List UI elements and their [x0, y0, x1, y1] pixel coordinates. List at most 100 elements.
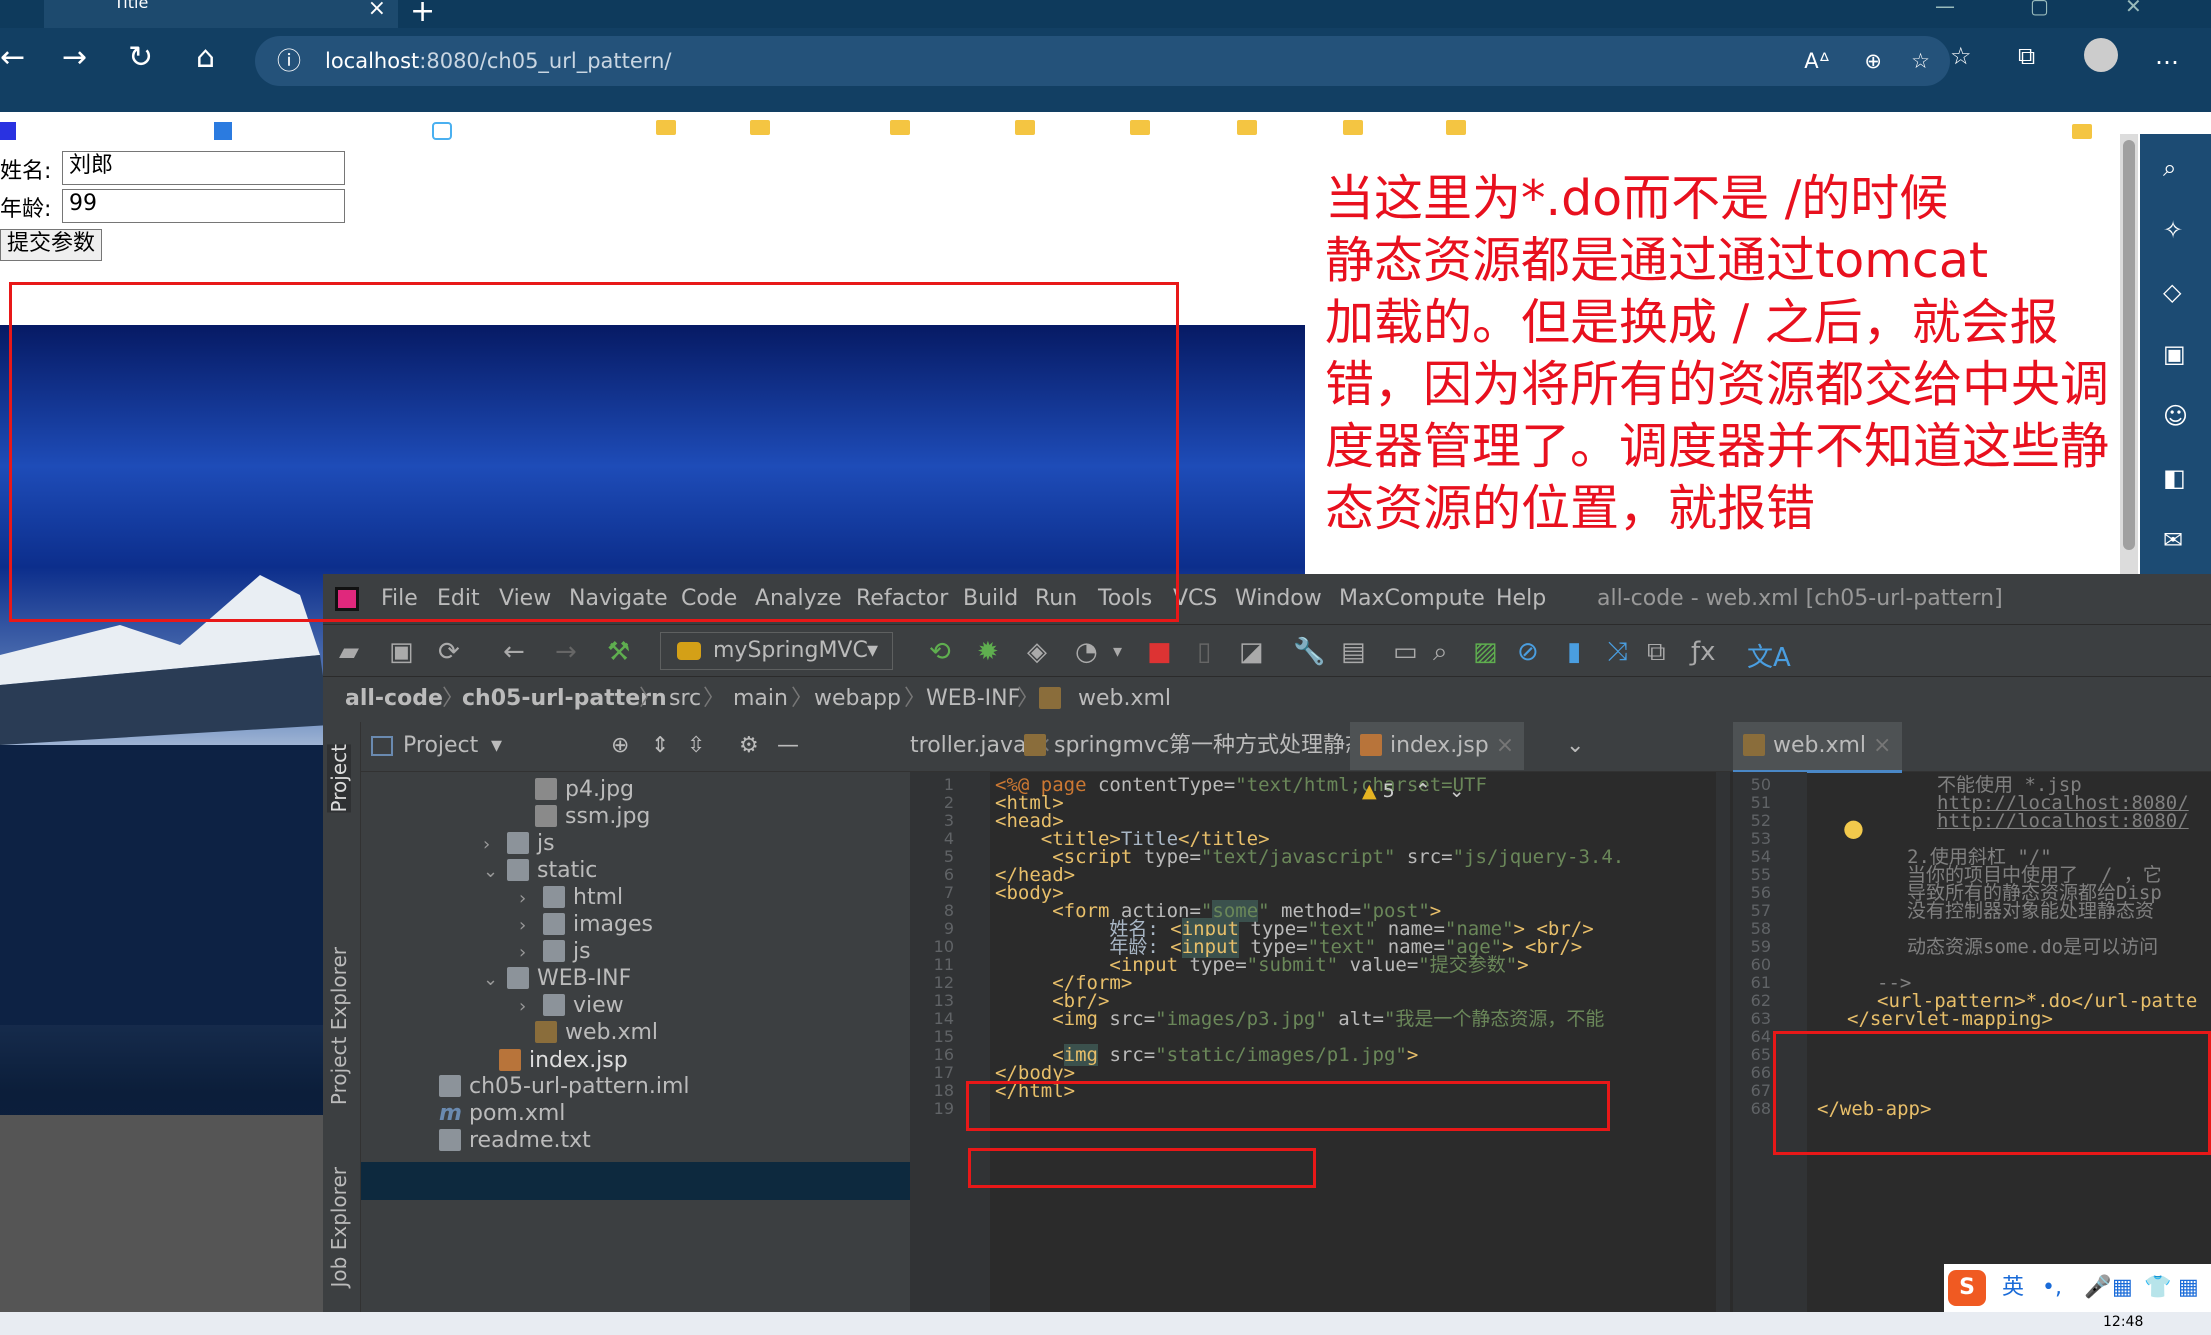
briefcase-icon[interactable]: ▣: [2163, 340, 2186, 368]
outlook-icon[interactable]: ✉: [2163, 526, 2183, 554]
people-icon[interactable]: ☺: [2163, 402, 2188, 430]
collections-icon[interactable]: ⧉: [2018, 42, 2035, 70]
menu-help[interactable]: Help: [1496, 574, 1546, 624]
favorite-icon[interactable]: ☆: [1911, 36, 1930, 86]
breadcrumb-item[interactable]: WEB-INF: [926, 677, 1020, 721]
menu-vcs[interactable]: VCS: [1173, 574, 1217, 624]
scrollbar-thumb[interactable]: [2123, 140, 2135, 550]
sparkle-icon[interactable]: ✧: [2163, 216, 2183, 244]
menu-window[interactable]: Window: [1235, 574, 1322, 624]
chevron-down-icon[interactable]: ⌄: [1449, 780, 1465, 802]
bookmark-folder[interactable]: Java: [656, 118, 722, 139]
breadcrumb-item[interactable]: main: [733, 677, 788, 721]
plugin-icon[interactable]: ⧉: [1647, 637, 1666, 668]
tree-item[interactable]: ch05-url-pattern.iml: [439, 1072, 690, 1102]
translate-icon[interactable]: 文A: [1747, 637, 1791, 674]
debug-icon[interactable]: ✹: [977, 637, 999, 667]
collapse-all-icon[interactable]: ⇳: [687, 722, 705, 770]
deploy-icon[interactable]: ◪: [1239, 637, 1264, 667]
minimize-icon[interactable]: —: [1935, 0, 1955, 18]
vcs-icon[interactable]: ⤨: [1607, 637, 1628, 668]
name-input[interactable]: 刘郎: [62, 151, 345, 185]
breadcrumb-item[interactable]: ch05-url-pattern: [462, 677, 667, 721]
grid-icon[interactable]: ▦: [2178, 1264, 2199, 1312]
chevron-up-icon[interactable]: ⌃: [1415, 780, 1431, 802]
more-icon[interactable]: …: [2155, 42, 2179, 70]
bookmark-folder[interactable]: CSDN: [1130, 118, 1209, 139]
mic-icon[interactable]: 🎤: [2084, 1264, 2111, 1312]
breadcrumb-item[interactable]: src: [669, 677, 701, 721]
browser-tab[interactable]: Title ×: [44, 0, 398, 28]
breadcrumb-item[interactable]: web.xml: [1078, 677, 1171, 721]
breadcrumb-item[interactable]: all-code: [345, 677, 443, 721]
tree-item[interactable]: m pom.xml: [439, 1099, 565, 1129]
office-icon[interactable]: ◧: [2163, 464, 2186, 492]
tab-project[interactable]: Project: [327, 744, 351, 813]
forward-arrow-icon[interactable]: →: [555, 637, 577, 667]
tag-icon[interactable]: ◇: [2163, 278, 2181, 306]
editor-scrollbar[interactable]: [1716, 772, 1730, 1335]
function-icon[interactable]: ƒx: [1691, 637, 1716, 667]
editor-tab-active[interactable]: web.xml ×: [1733, 722, 1902, 773]
bookmark-item[interactable]: 百度翻译-200种语...: [214, 118, 406, 144]
tab-project-explorer[interactable]: Project Explorer: [327, 947, 351, 1105]
ime-mode[interactable]: 英: [2002, 1264, 2024, 1312]
save-icon[interactable]: ▣: [389, 637, 414, 667]
stop-icon[interactable]: ■: [1147, 637, 1172, 667]
bookmark-item[interactable]: 哔哩哔哩 ( ゜- ゜)つ...: [432, 118, 641, 144]
tree-item[interactable]: ssm.jpg: [535, 802, 650, 832]
address-bar[interactable]: ⓘ localhost:8080/ch05_url_pattern/ Aᐞ ⊕ …: [255, 36, 1950, 86]
editor-tab-active[interactable]: index.jsp ×: [1350, 722, 1525, 770]
bookmark-folder[interactable]: music: [1237, 118, 1318, 139]
sync-icon[interactable]: ⟳: [438, 637, 460, 667]
menu-maxcompute[interactable]: MaxCompute: [1339, 574, 1485, 624]
tree-item[interactable]: readme.txt: [439, 1126, 591, 1156]
page-scrollbar[interactable]: [2120, 134, 2138, 574]
expand-all-icon[interactable]: ⇕: [651, 722, 669, 770]
shirt-icon[interactable]: 👕: [2144, 1264, 2171, 1312]
close-window-icon[interactable]: ✕: [2125, 0, 2142, 18]
forward-icon[interactable]: →: [62, 40, 87, 75]
settings-wrench-icon[interactable]: 🔧: [1293, 637, 1325, 667]
age-input[interactable]: 99: [62, 189, 345, 223]
tab-job-explorer[interactable]: Job Explorer: [327, 1167, 351, 1287]
home-icon[interactable]: ⌂: [196, 40, 215, 75]
search-icon[interactable]: ⌕: [2163, 154, 2176, 182]
new-tab-icon[interactable]: +: [410, 0, 435, 29]
monitor-icon[interactable]: ▨: [1473, 637, 1498, 667]
more-run-icon[interactable]: ▾: [1113, 641, 1122, 662]
search-everywhere-icon[interactable]: ⌕: [1433, 637, 1448, 668]
lightbulb-icon[interactable]: ●: [1843, 814, 1864, 842]
sogou-icon[interactable]: S: [1948, 1270, 1986, 1306]
run-config-select[interactable]: mySpringMVC ▾: [660, 632, 893, 670]
submit-button[interactable]: 提交参数: [0, 229, 103, 261]
tabs-dropdown-icon[interactable]: ⌄: [1566, 722, 1584, 770]
build-hammer-icon[interactable]: ⚒: [607, 637, 630, 667]
site-info-icon[interactable]: ⓘ: [277, 36, 301, 86]
coverage-icon[interactable]: ◈: [1027, 637, 1047, 667]
restore-icon[interactable]: ▢: [2030, 0, 2049, 18]
close-tab-icon[interactable]: ×: [368, 0, 386, 20]
favorites-icon[interactable]: ☆: [1950, 42, 1972, 70]
hide-panel-icon[interactable]: —: [777, 722, 799, 770]
open-folder-icon[interactable]: ▰: [339, 637, 359, 667]
gear-icon[interactable]: ⚙: [739, 722, 759, 770]
bookmark-folder[interactable]: email: [1343, 118, 1421, 139]
warning-indicator[interactable]: ▲ 5 ⌃ ⌄: [1362, 780, 1465, 802]
avatar[interactable]: [2084, 38, 2118, 72]
bookmark-folder[interactable]: databases: [750, 118, 871, 139]
keyboard-icon[interactable]: ▦: [2112, 1264, 2133, 1312]
bookmark-item[interactable]: 百度一下，你就知道: [0, 118, 186, 144]
rerun-icon[interactable]: ⟲: [929, 637, 951, 667]
chevron-down-icon[interactable]: ▾: [491, 722, 502, 770]
device-icon[interactable]: ▯: [1197, 637, 1211, 667]
read-aloud-icon[interactable]: Aᐞ: [1804, 36, 1830, 86]
profile-icon[interactable]: ◔: [1075, 637, 1098, 667]
book-icon[interactable]: ▮: [1567, 637, 1581, 667]
tree-item[interactable]: web.xml: [535, 1018, 658, 1048]
no-entry-icon[interactable]: ⊘: [1517, 637, 1539, 667]
back-arrow-icon[interactable]: ←: [503, 637, 525, 667]
bookmark-folder[interactable]: widget: [1015, 118, 1104, 139]
locate-icon[interactable]: ⊕: [611, 722, 629, 770]
back-icon[interactable]: ←: [0, 40, 25, 75]
